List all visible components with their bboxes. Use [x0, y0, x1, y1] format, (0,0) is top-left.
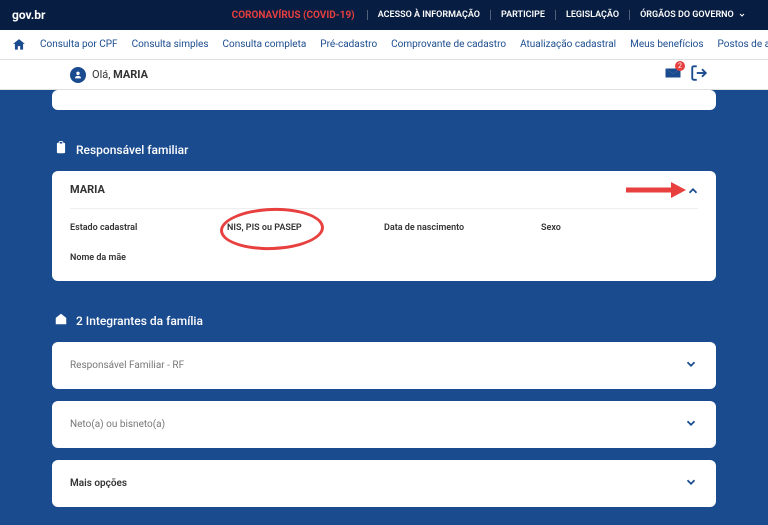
chevron-down-icon — [738, 11, 746, 19]
topbar-links: CORONAVÍRUS (COVID-19) ACESSO À INFORMAÇ… — [232, 10, 756, 21]
nav-pre-cadastro[interactable]: Pré-cadastro — [320, 39, 377, 50]
section-responsavel-header: Responsável familiar — [52, 128, 716, 171]
notifications-icon[interactable]: 2 — [664, 64, 682, 86]
greeting-text: Olá, MARIA — [92, 68, 148, 81]
section-integrantes-title: 2 Integrantes da família — [76, 314, 203, 328]
field-data-nascimento: Data de nascimento — [384, 223, 541, 233]
integrante-neto-panel[interactable]: Neto(a) ou bisneto(a) — [52, 401, 716, 448]
mais-opcoes-panel[interactable]: Mais opções — [52, 460, 716, 507]
responsavel-panel: MARIA Estado cadastral NIS, PIS ou PASEP… — [52, 171, 716, 281]
user-avatar-icon — [70, 67, 86, 83]
responsavel-name: MARIA — [70, 183, 698, 209]
nav-beneficios[interactable]: Meus benefícios — [630, 39, 703, 50]
field-nome-mae: Nome da mãe — [70, 253, 227, 263]
integrante-rf-panel[interactable]: Responsável Familiar - RF — [52, 342, 716, 389]
mais-opcoes-label: Mais opções — [70, 478, 127, 489]
notification-badge: 2 — [675, 61, 685, 71]
main-navbar: Consulta por CPF Consulta simples Consul… — [0, 30, 768, 60]
section-integrantes-header: 2 Integrantes da família — [52, 299, 716, 342]
field-sexo: Sexo — [541, 223, 698, 233]
income-panel: Faixa de renda familiar total Faixa de r… — [52, 90, 716, 110]
gov-topbar: gov.br CORONAVÍRUS (COVID-19) ACESSO À I… — [0, 0, 768, 30]
field-nis-pis: NIS, PIS ou PASEP — [227, 223, 384, 233]
covid-link[interactable]: CORONAVÍRUS (COVID-19) — [232, 10, 355, 21]
fields-grid: Estado cadastral NIS, PIS ou PASEP Data … — [70, 223, 698, 263]
greeting-prefix: Olá, — [92, 68, 110, 81]
user-greeting-bar: Olá, MARIA 2 — [0, 60, 768, 90]
gov-logo[interactable]: gov.br — [12, 8, 45, 22]
topbar-link-acesso[interactable]: ACESSO À INFORMAÇÃO — [367, 10, 490, 20]
house-family-icon — [54, 311, 68, 330]
userbar-actions: 2 — [664, 64, 708, 86]
section-responsavel-title: Responsável familiar — [76, 143, 188, 157]
chevron-down-icon[interactable] — [684, 415, 698, 434]
field-estado-cadastral: Estado cadastral — [70, 223, 227, 233]
nav-consulta-completa[interactable]: Consulta completa — [222, 39, 306, 50]
main-content: Faixa de renda familiar total Faixa de r… — [0, 90, 768, 525]
chevron-down-icon[interactable] — [684, 474, 698, 493]
nav-comprovante[interactable]: Comprovante de cadastro — [391, 39, 506, 50]
logout-icon[interactable] — [690, 64, 708, 86]
chevron-down-icon[interactable] — [684, 356, 698, 375]
home-icon[interactable] — [12, 38, 26, 52]
nav-consulta-simples[interactable]: Consulta simples — [132, 39, 209, 50]
nav-atualizacao[interactable]: Atualização cadastral — [520, 39, 616, 50]
greeting-username: MARIA — [113, 68, 148, 81]
integrante-rf-label: Responsável Familiar - RF — [70, 360, 184, 371]
nav-postos[interactable]: Postos de atendimento — [718, 39, 768, 50]
topbar-link-orgaos-label: ÓRGÃOS DO GOVERNO — [640, 10, 734, 20]
clipboard-icon — [54, 140, 68, 159]
nav-consulta-cpf[interactable]: Consulta por CPF — [40, 39, 118, 50]
collapse-toggle[interactable] — [686, 183, 700, 202]
topbar-link-legislacao[interactable]: LEGISLAÇÃO — [555, 10, 629, 20]
integrante-neto-label: Neto(a) ou bisneto(a) — [70, 419, 165, 430]
topbar-link-orgaos[interactable]: ÓRGÃOS DO GOVERNO — [629, 10, 756, 20]
topbar-link-participe[interactable]: PARTICIPE — [490, 10, 555, 20]
